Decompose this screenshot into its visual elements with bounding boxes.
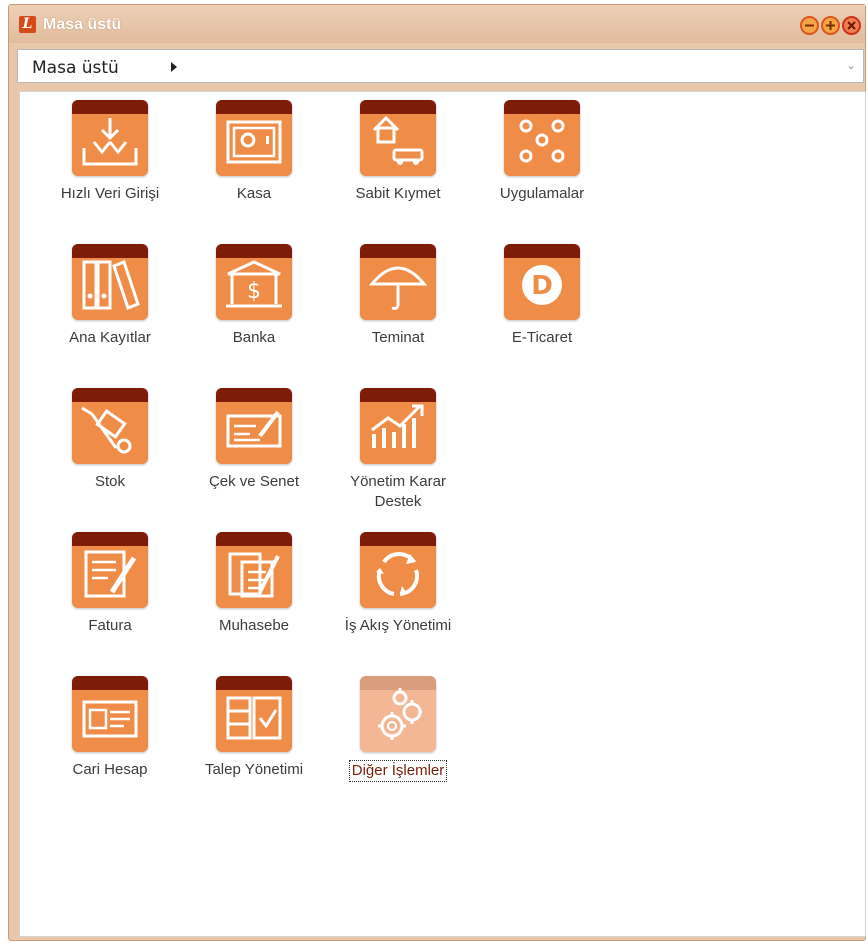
tile-label: Stok — [94, 473, 125, 490]
desktop-tile-area: Hızlı Veri Girişi Kasa Sabit Kıymet Uygulam… — [19, 91, 866, 937]
tile-hızlı-veri-girişi[interactable]: Hızlı Veri Girişi — [40, 100, 180, 204]
binders-icon[interactable] — [72, 244, 148, 320]
app-logo: L — [19, 16, 36, 33]
tile-label: Hızlı Veri Girişi — [60, 185, 160, 202]
window-controls — [800, 16, 861, 35]
tile-diğer-i-şlemler[interactable]: Diğer İşlemler — [328, 676, 468, 782]
window-title: Masa üstü — [43, 16, 122, 33]
tile-label: Çek ve Senet — [208, 473, 300, 490]
workflow-cycle-icon[interactable] — [360, 532, 436, 608]
tile-label: Diğer İşlemler — [348, 760, 448, 782]
tile-label: Kasa — [236, 185, 272, 202]
chevron-right-icon[interactable] — [170, 62, 178, 72]
tile-label: Cari Hesap — [72, 761, 148, 778]
account-card-icon[interactable] — [72, 676, 148, 752]
tile-teminat[interactable]: Teminat — [328, 244, 468, 348]
tile-label: İş Akış Yönetimi — [344, 617, 452, 634]
invoice-icon[interactable] — [72, 532, 148, 608]
tile-ana-kayıtlar[interactable]: Ana Kayıtlar — [40, 244, 180, 348]
download-icon[interactable] — [72, 100, 148, 176]
desktop-window: L Masa üstü Masa üstü ⌄ Hızlı Veri Giriş… — [8, 4, 866, 941]
tile-sabit-kıymet[interactable]: Sabit Kıymet — [328, 100, 468, 204]
tile-cari-hesap[interactable]: Cari Hesap — [40, 676, 180, 780]
cheque-icon[interactable] — [216, 388, 292, 464]
tile-label: Talep Yönetimi — [204, 761, 304, 778]
tile-fatura[interactable]: Fatura — [40, 532, 180, 636]
umbrella-icon[interactable] — [360, 244, 436, 320]
chevron-down-icon[interactable]: ⌄ — [843, 56, 859, 76]
svg-text:$: $ — [247, 279, 261, 304]
tile-kasa[interactable]: Kasa — [184, 100, 324, 204]
breadcrumb[interactable]: Masa üstü — [32, 58, 119, 78]
tile-muhasebe[interactable]: Muhasebe — [184, 532, 324, 636]
minimize-icon[interactable] — [800, 16, 819, 35]
tile-label: Muhasebe — [218, 617, 290, 634]
dots-icon[interactable] — [504, 100, 580, 176]
tile-label: Sabit Kıymet — [355, 185, 441, 202]
tile-e-ticaret[interactable]: D E-Ticaret — [472, 244, 612, 348]
tile-i-ş-akış-yönetimi[interactable]: İş Akış Yönetimi — [328, 532, 468, 636]
tile-label: Uygulamalar — [499, 185, 585, 202]
title-bar[interactable]: L Masa üstü — [9, 5, 865, 43]
tile-banka[interactable]: $ Banka — [184, 244, 324, 348]
checklist-icon[interactable] — [216, 676, 292, 752]
tile-çek-ve-senet[interactable]: Çek ve Senet — [184, 388, 324, 492]
tile-label: Fatura — [88, 617, 132, 634]
tile-uygulamalar[interactable]: Uygulamalar — [472, 100, 612, 204]
svg-text:D: D — [531, 271, 553, 301]
growth-chart-icon[interactable] — [360, 388, 436, 464]
d-coin-icon[interactable]: D — [504, 244, 580, 320]
tile-label: E-Ticaret — [511, 329, 573, 346]
bank-icon[interactable]: $ — [216, 244, 292, 320]
tile-label: Ana Kayıtlar — [69, 329, 151, 346]
house-car-icon[interactable] — [360, 100, 436, 176]
gears-icon[interactable] — [360, 676, 436, 752]
tile-talep-yönetimi[interactable]: Talep Yönetimi — [184, 676, 324, 780]
address-bar[interactable]: Masa üstü ⌄ — [17, 49, 864, 83]
hand-truck-icon[interactable] — [72, 388, 148, 464]
ledger-icon[interactable] — [216, 532, 292, 608]
maximize-icon[interactable] — [821, 16, 840, 35]
tile-yönetim-karar-destek[interactable]: Yönetim Karar Destek — [328, 388, 468, 512]
tile-stok[interactable]: Stok — [40, 388, 180, 492]
close-icon[interactable] — [842, 16, 861, 35]
safe-icon[interactable] — [216, 100, 292, 176]
tile-label: Teminat — [371, 329, 425, 346]
tile-label: Yönetim Karar Destek — [350, 473, 446, 510]
tile-label: Banka — [232, 329, 276, 346]
